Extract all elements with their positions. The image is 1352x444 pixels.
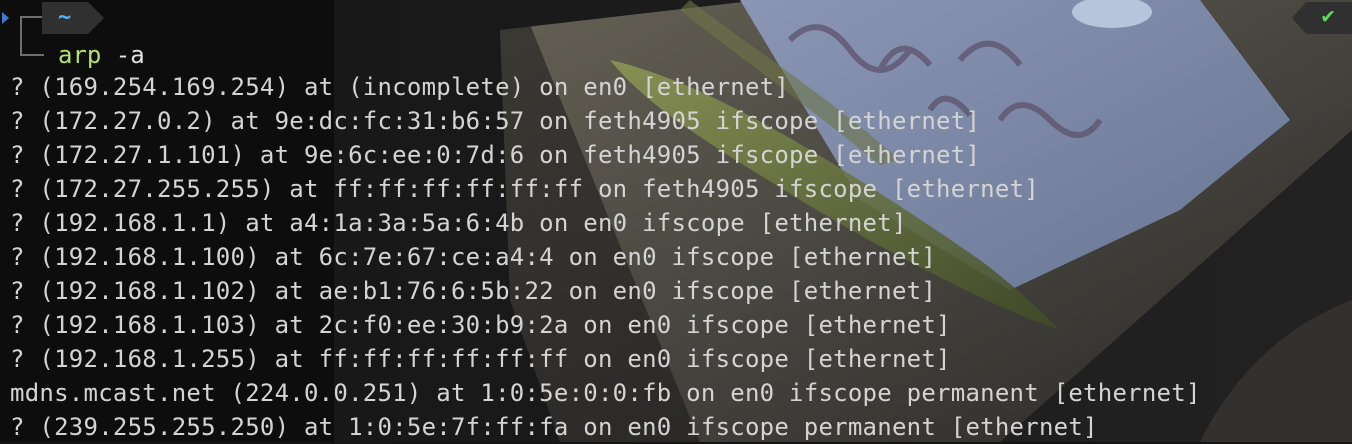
output-line: ? (192.168.1.102) at ae:b1:76:6:5b:22 on… [10, 277, 937, 305]
prompt-dir-segment: ~ [42, 2, 104, 34]
prompt-right: ✔ [1292, 2, 1352, 34]
output-line: ? (172.27.0.2) at 9e:dc:fc:31:b6:57 on f… [10, 107, 981, 135]
output-line: ? (169.254.169.254) at (incomplete) on e… [10, 73, 790, 101]
output-line: ? (192.168.1.255) at ff:ff:ff:ff:ff:ff o… [10, 345, 951, 373]
prompt-dir: ~ [58, 5, 72, 30]
command-line[interactable]: arp -a [58, 38, 145, 72]
output-line: ? (192.168.1.1) at a4:1a:3a:5a:6:4b on e… [10, 209, 907, 237]
prompt-indicator-icon [2, 12, 9, 24]
output-line: ? (239.255.255.250) at 1:0:5e:7f:ff:fa o… [10, 413, 1098, 441]
command-args: -a [101, 41, 145, 69]
terminal-output: ? (169.254.169.254) at (incomplete) on e… [10, 70, 1201, 444]
output-line: ? (172.27.1.101) at 9e:6c:ee:0:7d:6 on f… [10, 141, 981, 169]
output-line: ? (192.168.1.103) at 2c:f0:ee:30:b9:2a o… [10, 311, 951, 339]
prompt-bracket [20, 16, 44, 56]
output-line: ? (172.27.255.255) at ff:ff:ff:ff:ff:ff … [10, 175, 1039, 203]
prompt-segment-shape-icon [42, 2, 104, 34]
command-name: arp [58, 41, 102, 69]
output-line: ? (192.168.1.100) at 6c:7e:67:ce:a4:4 on… [10, 243, 937, 271]
check-icon: ✔ [1320, 6, 1336, 28]
output-line: mdns.mcast.net (224.0.0.251) at 1:0:5e:0… [10, 379, 1201, 407]
